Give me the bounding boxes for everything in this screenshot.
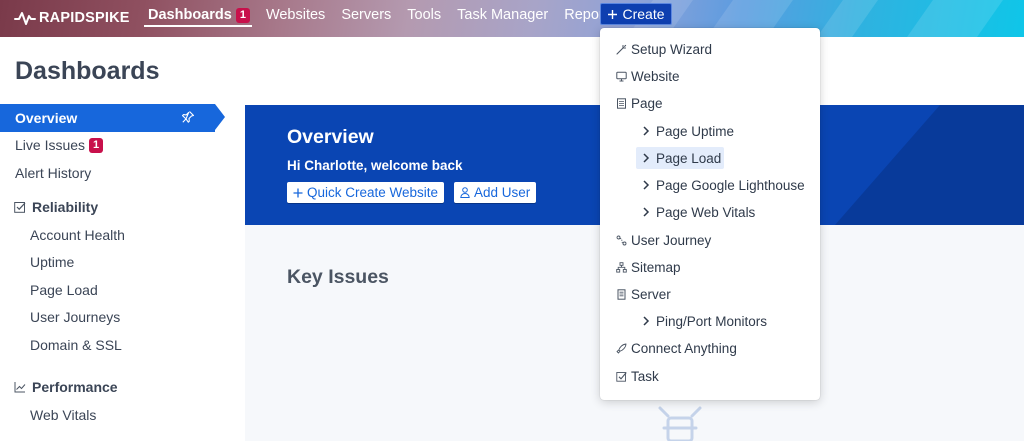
sidebar-item-label: Domain & SSL [30,336,122,353]
chevron-right-icon [643,207,650,217]
task-icon [616,371,627,382]
menu-item-label: Page [631,95,663,111]
journey-icon [616,235,627,245]
sidebar-item-alert-history[interactable]: Alert History [0,159,225,187]
page-title: Dashboards [15,57,160,85]
nav-servers[interactable]: Servers [341,0,391,30]
user-icon [460,187,470,198]
sidebar-section-label: Performance [32,378,118,395]
sidebar-item-uptime[interactable]: Uptime [0,248,225,276]
create-button[interactable]: Create [600,3,672,25]
sidebar-item-label: Live Issues [15,137,86,154]
sidebar-item-label: Alert History [15,164,92,181]
quick-create-website-label: Quick Create Website [307,185,439,200]
top-navigation: RAPIDSPIKE Dashboards 1 Websites Servers… [0,0,1024,37]
chevron-right-icon [643,126,650,136]
decorative-illustration-icon [658,406,702,441]
menu-item-task[interactable]: Task [600,364,820,388]
nav-tools[interactable]: Tools [407,0,441,30]
menu-item-page[interactable]: Page [600,91,820,115]
menu-item-label: Website [631,68,680,84]
nav-websites-label: Websites [265,7,326,23]
sidebar-item-domain-ssl[interactable]: Domain & SSL [0,331,225,359]
sidebar-item-overview[interactable]: Overview [0,104,225,132]
sidebar-item-label: Page Load [30,281,98,298]
sidebar-item-label: Overview [15,109,78,126]
nav-decor-stripe [817,0,878,37]
key-issues-title: Key Issues [287,266,389,288]
sidebar-item-label: Account Health [30,226,125,243]
menu-item-page-uptime[interactable]: Page Uptime [600,119,820,143]
sitemap-icon [616,261,627,273]
brand-name: RAPIDSPIKE [39,10,130,26]
sidebar-item-user-journeys[interactable]: User Journeys [0,304,225,332]
menu-item-page-load[interactable]: Page Load [600,146,820,170]
sidebar-item-label: Web Vitals [30,406,97,423]
nav-links: Dashboards 1 Websites Servers Tools Task… [144,0,631,30]
menu-item-label: Task [631,368,659,384]
menu-item-label: Ping/Port Monitors [656,313,768,329]
live-issues-badge: 1 [89,137,104,153]
rocket-icon [616,343,627,353]
menu-item-label: Setup Wizard [631,41,713,57]
plus-icon [293,188,303,197]
sidebar-section-reliability[interactable]: Reliability [0,193,225,221]
menu-item-user-journey[interactable]: User Journey [600,228,820,252]
menu-item-website[interactable]: Website [600,64,820,88]
add-user-button[interactable]: Add User [454,182,537,203]
menu-item-ping-port-monitors[interactable]: Ping/Port Monitors [600,309,820,333]
wand-icon [616,44,627,55]
monitor-icon [616,71,627,81]
banner-decor [835,105,1024,225]
menu-item-label: Page Uptime [656,123,735,139]
menu-item-label: Connect Anything [631,340,737,356]
menu-item-setup-wizard[interactable]: Setup Wizard [600,37,820,61]
sidebar-item-live-issues[interactable]: Live Issues 1 [0,132,225,160]
page-icon [617,97,626,109]
sidebar: Overview Live Issues 1 Alert History Rel… [0,104,225,428]
nav-websites[interactable]: Websites [266,0,325,30]
menu-item-server[interactable]: Server [600,282,820,306]
menu-item-label: Server [631,286,671,302]
menu-item-label: User Journey [631,232,712,248]
add-user-label: Add User [474,185,531,200]
sidebar-item-account-health[interactable]: Account Health [0,221,225,249]
check-square-icon [14,201,26,213]
menu-item-label: Page Google Lighthouse [656,177,805,193]
plus-icon [608,9,618,19]
menu-item-page-google-lighthouse[interactable]: Page Google Lighthouse [600,173,820,197]
chevron-right-icon [643,153,650,163]
menu-item-label: Page Load [656,150,722,166]
sidebar-item-label: Uptime [30,254,75,271]
chevron-right-icon [643,316,650,326]
chevron-right-icon [643,180,650,190]
sidebar-item-web-vitals[interactable]: Web Vitals [0,401,225,429]
overview-title: Overview [287,126,374,148]
server-icon [617,288,626,300]
nav-tools-label: Tools [407,7,442,23]
sidebar-section-label: Reliability [32,198,99,215]
pin-icon[interactable] [181,110,195,124]
sidebar-item-label: User Journeys [30,309,121,326]
sidebar-item-page-load[interactable]: Page Load [0,276,225,304]
sidebar-section-performance[interactable]: Performance [0,373,225,401]
quick-create-website-button[interactable]: Quick Create Website [287,182,445,203]
chart-icon [14,381,26,393]
nav-dashboards-label: Dashboards [148,7,232,23]
nav-dashboards-badge: 1 [235,7,250,23]
nav-task-manager-label: Task Manager [457,7,549,23]
menu-item-sitemap[interactable]: Sitemap [600,255,820,279]
menu-item-page-web-vitals[interactable]: Page Web Vitals [600,200,820,224]
welcome-message: Hi Charlotte, welcome back [287,158,463,173]
nav-servers-label: Servers [341,7,392,23]
menu-item-connect-anything[interactable]: Connect Anything [600,336,820,360]
create-button-label: Create [622,6,665,22]
nav-task-manager[interactable]: Task Manager [457,0,548,30]
menu-item-label: Sitemap [631,259,681,275]
nav-dashboards[interactable]: Dashboards 1 [144,0,252,30]
pulse-logo-icon [14,12,36,25]
menu-item-label: Page Web Vitals [656,204,756,220]
brand-logo[interactable]: RAPIDSPIKE [14,7,130,29]
nav-decor-stripe [907,0,1003,37]
